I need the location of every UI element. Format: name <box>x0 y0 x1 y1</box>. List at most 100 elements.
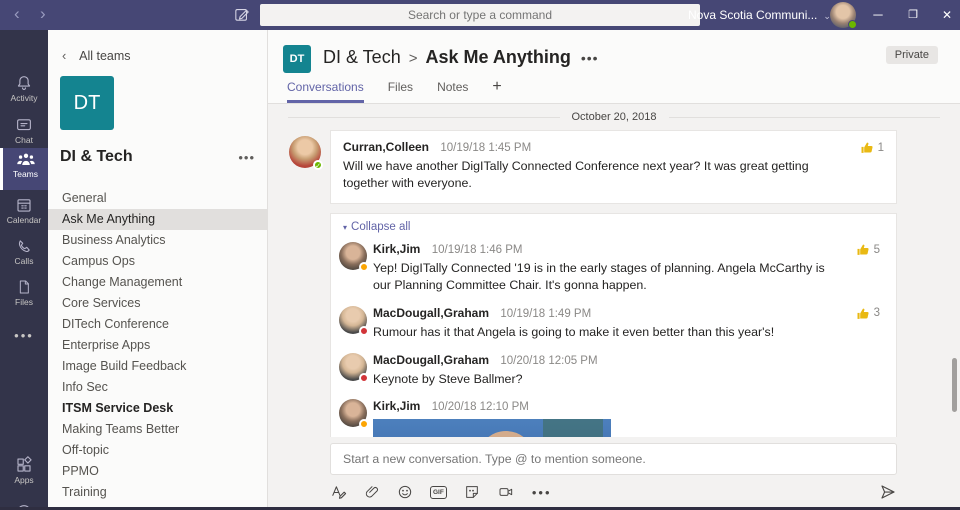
app-rail: Activity Chat Teams Calendar Calls Files… <box>0 30 48 510</box>
status-available-icon: ✓ <box>313 160 323 170</box>
rail-item-teams[interactable]: Teams <box>0 148 48 190</box>
channel-ask-me-anything[interactable]: Ask Me Anything <box>48 209 267 230</box>
message-author[interactable]: Curran,Colleen <box>343 140 429 154</box>
tab-files[interactable]: Files <box>388 80 413 103</box>
like-count: 5 <box>873 243 880 256</box>
rail-item-apps[interactable]: Apps <box>0 456 48 485</box>
gif-icon[interactable]: GIF <box>430 485 447 499</box>
history-back-icon[interactable]: ‹ <box>14 0 20 30</box>
scrollbar-thumb[interactable] <box>952 358 957 412</box>
thumbs-up-icon <box>861 142 873 153</box>
phone-icon <box>18 240 30 253</box>
rail-item-chat[interactable]: Chat <box>0 116 48 145</box>
rail-item-calls[interactable]: Calls <box>0 238 48 266</box>
sticker-icon[interactable] <box>464 484 480 500</box>
breadcrumb-team[interactable]: DI & Tech <box>323 47 401 67</box>
message-author[interactable]: Kirk,Jim <box>373 242 420 256</box>
message-text: Keynote by Steve Ballmer? <box>373 371 523 386</box>
channel-ppmo[interactable]: PPMO <box>48 461 267 482</box>
history-forward-icon[interactable]: › <box>40 0 46 30</box>
message-author[interactable]: Kirk,Jim <box>373 399 420 413</box>
team-sidebar: ‹ All teams DT DI & Tech ••• General Ask… <box>48 30 268 510</box>
avatar-jim <box>339 399 369 430</box>
channel-info-sec[interactable]: Info Sec <box>48 377 267 398</box>
rail-item-files[interactable]: Files <box>0 278 48 307</box>
emoji-icon[interactable] <box>397 484 413 500</box>
like-chip[interactable]: 1 <box>860 140 884 155</box>
team-avatar[interactable]: DT <box>60 76 114 130</box>
team-more-icon[interactable]: ••• <box>238 150 255 165</box>
channel-pane: DT DI & Tech > Ask Me Anything ••• Private … <box>268 30 960 510</box>
close-button[interactable]: ✕ <box>932 0 960 30</box>
channel-list: General Ask Me Anything Business Analyti… <box>48 188 267 510</box>
channel-campus-ops[interactable]: Campus Ops <box>48 251 267 272</box>
reply-thread: ▾ Collapse all Kirk,Jim 10/19/18 1:46 PM … <box>330 213 897 437</box>
channel-business-analytics[interactable]: Business Analytics <box>48 230 267 251</box>
all-teams-back[interactable]: ‹ All teams <box>62 48 131 63</box>
collapse-all-link[interactable]: ▾ Collapse all <box>339 221 884 233</box>
reply-message[interactable]: MacDougall,Graham 10/20/18 12:05 PM Keyn… <box>339 344 884 391</box>
add-tab-icon[interactable]: + <box>492 78 501 103</box>
send-icon[interactable] <box>879 483 897 501</box>
tab-conversations[interactable]: Conversations <box>287 80 364 103</box>
channel-making-teams-better[interactable]: Making Teams Better <box>48 419 267 440</box>
tab-notes[interactable]: Notes <box>437 80 468 103</box>
message-time: 10/20/18 12:10 PM <box>431 401 529 414</box>
like-chip[interactable]: 3 <box>856 306 880 321</box>
like-chip[interactable]: 5 <box>856 242 880 257</box>
rail-item-activity[interactable]: Activity <box>0 74 48 103</box>
maximize-button[interactable]: ❐ <box>898 0 928 30</box>
channel-core-services[interactable]: Core Services <box>48 293 267 314</box>
avatar-colleen: ✓ <box>289 136 323 170</box>
status-busy-icon <box>359 372 369 383</box>
date-divider: October 20, 2018 <box>288 110 941 124</box>
message-text: Yep! DigITally Connected '19 is in the e… <box>373 261 825 293</box>
channel-training[interactable]: Training <box>48 482 267 503</box>
new-chat-icon[interactable] <box>233 6 250 28</box>
status-available-icon <box>848 20 857 29</box>
message-time: 10/19/18 1:46 PM <box>431 244 523 257</box>
compose-more-icon[interactable]: ••• <box>532 485 552 500</box>
reply-message[interactable]: Kirk,Jim 10/19/18 1:46 PM Yep! DigITally… <box>339 233 884 296</box>
channel-general[interactable]: General <box>48 188 267 209</box>
message-root[interactable]: ✓ Curran,Colleen 10/19/18 1:45 PM Will w… <box>289 130 897 205</box>
avatar-graham <box>339 352 369 383</box>
thumbs-up-icon <box>857 308 869 319</box>
message-time: 10/19/18 1:45 PM <box>440 142 532 154</box>
reply-message[interactable]: MacDougall,Graham 10/19/18 1:49 PM Rumou… <box>339 297 884 344</box>
search-input[interactable] <box>260 4 700 26</box>
status-busy-icon <box>359 325 369 336</box>
org-switcher[interactable]: Nova Scotia Communi... ⌄ <box>688 0 831 30</box>
thumbs-up-icon <box>857 245 869 256</box>
user-avatar[interactable] <box>830 2 857 29</box>
rail-item-calendar[interactable]: Calendar <box>0 196 48 225</box>
rail-more-icon[interactable]: ••• <box>0 328 48 343</box>
channel-itsm-service-desk[interactable]: ITSM Service Desk <box>48 398 267 419</box>
chevron-left-icon: ‹ <box>62 48 67 63</box>
message-author[interactable]: MacDougall,Graham <box>373 306 489 320</box>
channel-enterprise-apps[interactable]: Enterprise Apps <box>48 335 267 356</box>
channel-change-management[interactable]: Change Management <box>48 272 267 293</box>
steve-ballmer-image[interactable] <box>373 419 611 437</box>
bell-icon <box>17 76 31 90</box>
format-icon[interactable] <box>330 484 347 501</box>
channel-more-icon[interactable]: ••• <box>581 50 599 66</box>
message-author[interactable]: MacDougall,Graham <box>373 353 489 367</box>
team-name: DI & Tech <box>60 148 133 165</box>
title-bar: ‹ › Nova Scotia Communi...⌄ ─ ❐ ✕ <box>0 0 960 30</box>
compose-area: GIF ••• <box>268 437 960 510</box>
reply-message[interactable]: Kirk,Jim 10/20/18 12:10 PM <box>339 390 884 437</box>
channel-header: DT DI & Tech > Ask Me Anything ••• Private … <box>268 30 960 104</box>
attach-icon[interactable] <box>364 484 380 500</box>
channel-image-build-feedback[interactable]: Image Build Feedback <box>48 356 267 377</box>
message-time: 10/20/18 12:05 PM <box>500 354 598 367</box>
channel-off-topic[interactable]: Off-topic <box>48 440 267 461</box>
channel-title: DI & Tech > Ask Me Anything ••• <box>323 47 599 67</box>
minimize-button[interactable]: ─ <box>863 0 893 30</box>
meet-now-icon[interactable] <box>497 484 515 500</box>
message-list[interactable]: October 20, 2018 ✓ Curran,Colleen 10/19/… <box>268 104 960 437</box>
channel-ditech-conference[interactable]: DITech Conference <box>48 314 267 335</box>
team-avatar-small: DT <box>283 45 311 73</box>
new-conversation-input[interactable] <box>330 443 897 475</box>
app-shell: Activity Chat Teams Calendar Calls Files… <box>0 30 960 510</box>
